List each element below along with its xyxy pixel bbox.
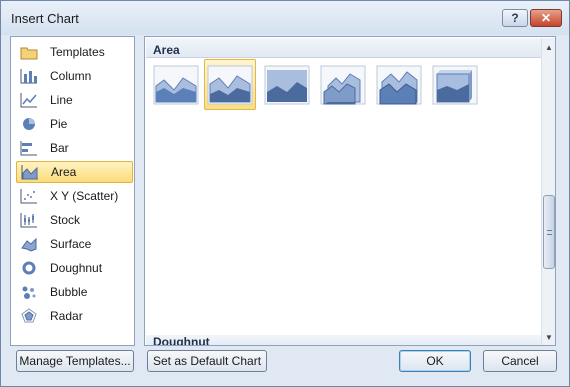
category-label: Bubble: [50, 285, 88, 299]
3d-100-percent-stacked-area-thumbnail-icon: [432, 65, 478, 104]
section-header-doughnut: Doughnut: [146, 335, 541, 345]
stock-chart-icon: [20, 212, 38, 228]
set-default-chart-button[interactable]: Set as Default Chart: [147, 350, 267, 372]
subtype-area[interactable]: [150, 59, 202, 110]
help-button[interactable]: ?: [502, 9, 528, 27]
category-bar[interactable]: Bar: [16, 137, 133, 159]
radar-chart-icon: [20, 308, 38, 324]
title-bar[interactable]: Insert Chart ? ✕: [1, 1, 569, 35]
category-templates[interactable]: Templates: [16, 41, 133, 63]
area-chart-thumbnail-icon: [153, 65, 199, 104]
chart-category-list: Templates Column Line Pie Bar Area X Y (…: [10, 36, 135, 346]
column-chart-icon: [20, 68, 38, 84]
category-label: X Y (Scatter): [50, 189, 119, 203]
100-percent-stacked-area-thumbnail-icon: [264, 65, 310, 104]
subtype-100-stacked-area[interactable]: [261, 59, 313, 110]
category-label: Surface: [50, 237, 92, 251]
cancel-button[interactable]: Cancel: [483, 350, 557, 372]
chart-subtype-gallery: Area Doughnut ▲ ▼: [144, 36, 556, 346]
subtype-stacked-area[interactable]: [204, 59, 256, 110]
scroll-up-arrow-icon[interactable]: ▲: [542, 40, 555, 54]
ok-button[interactable]: OK: [399, 350, 471, 372]
category-label: Area: [51, 165, 77, 179]
category-label: Radar: [50, 309, 83, 323]
bar-chart-icon: [20, 140, 38, 156]
category-surface[interactable]: Surface: [16, 233, 133, 255]
category-label: Pie: [50, 117, 68, 131]
manage-templates-button[interactable]: Manage Templates...: [16, 350, 134, 372]
category-column[interactable]: Column: [16, 65, 133, 87]
3d-area-chart-thumbnail-icon: [320, 65, 366, 104]
category-bubble[interactable]: Bubble: [16, 281, 133, 303]
category-pie[interactable]: Pie: [16, 113, 133, 135]
category-label: Column: [50, 69, 92, 83]
category-line[interactable]: Line: [16, 89, 133, 111]
category-label: Templates: [50, 45, 105, 59]
category-label: Doughnut: [50, 261, 103, 275]
category-radar[interactable]: Radar: [16, 305, 133, 327]
grip-icon: [547, 230, 552, 235]
line-chart-icon: [20, 92, 38, 108]
category-label: Stock: [50, 213, 81, 227]
insert-chart-dialog: Insert Chart ? ✕ Templates Column Line P…: [0, 0, 570, 387]
category-stock[interactable]: Stock: [16, 209, 133, 231]
doughnut-chart-icon: [20, 260, 38, 276]
category-doughnut[interactable]: Doughnut: [16, 257, 133, 279]
gallery-scrollbar[interactable]: ▲ ▼: [541, 38, 555, 345]
dialog-title: Insert Chart: [11, 11, 79, 26]
scrollbar-thumb[interactable]: [543, 195, 555, 269]
subtype-3d-area[interactable]: [317, 59, 369, 110]
section-header-area: Area: [146, 38, 541, 58]
subtype-3d-100-stacked-area[interactable]: [429, 59, 481, 110]
pie-chart-icon: [20, 116, 38, 132]
category-area[interactable]: Area: [16, 161, 133, 183]
category-label: Bar: [50, 141, 69, 155]
close-button[interactable]: ✕: [530, 9, 562, 27]
category-xy-scatter[interactable]: X Y (Scatter): [16, 185, 133, 207]
scroll-down-arrow-icon[interactable]: ▼: [542, 330, 555, 344]
category-label: Line: [50, 93, 73, 107]
3d-stacked-area-thumbnail-icon: [376, 65, 422, 104]
subtype-3d-stacked-area[interactable]: [373, 59, 425, 110]
bubble-chart-icon: [20, 284, 38, 300]
folder-icon: [20, 44, 38, 60]
area-chart-icon: [21, 164, 39, 180]
scatter-chart-icon: [20, 188, 38, 204]
stacked-area-chart-thumbnail-icon: [207, 65, 253, 104]
surface-chart-icon: [20, 236, 38, 252]
